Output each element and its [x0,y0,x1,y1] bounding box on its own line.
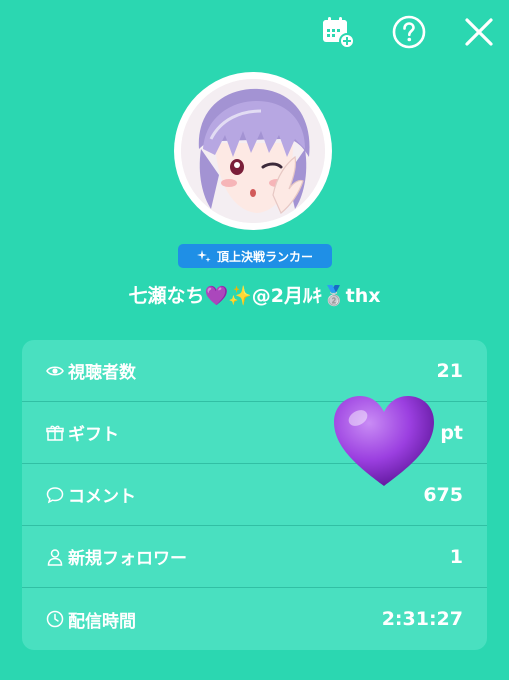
stat-value: 2:31:27 [381,608,463,630]
eye-icon [46,366,64,376]
clock-icon [46,610,64,628]
comment-icon [46,487,64,504]
avatar[interactable] [174,72,332,230]
stat-label: 新規フォロワー [68,549,187,569]
stat-label: コメント [68,487,136,507]
stat-label: ギフト [68,425,119,445]
stat-row-followers: 新規フォロワー 1 [22,526,487,588]
stat-label: 視聴者数 [68,363,136,383]
person-icon [47,549,63,566]
sparkle-icon [196,250,211,263]
stat-value: 1 [449,545,463,568]
rank-badge[interactable]: 頂上決戦ランカー [178,244,332,268]
calendar-add-icon[interactable] [318,12,358,52]
stat-label: 配信時間 [68,611,136,632]
stat-value: 21 [436,359,463,382]
rank-badge-label: 頂上決戦ランカー [216,249,313,264]
username: 七瀬なち💜✨@2月ﾙｷ🥈thx [128,285,381,307]
purple-heart-icon [334,396,434,486]
gift-icon [46,425,64,441]
stats-panel: 視聴者数 21 ギフト pt コメント 675 新規フォロワー 1 配信時間 2… [22,340,487,650]
stat-row-duration: 配信時間 2:31:27 [22,588,487,650]
top-bar [0,0,509,60]
stat-value: pt [440,421,463,444]
help-icon[interactable] [389,12,429,52]
avatar-image [181,79,325,223]
close-icon[interactable] [459,12,499,52]
